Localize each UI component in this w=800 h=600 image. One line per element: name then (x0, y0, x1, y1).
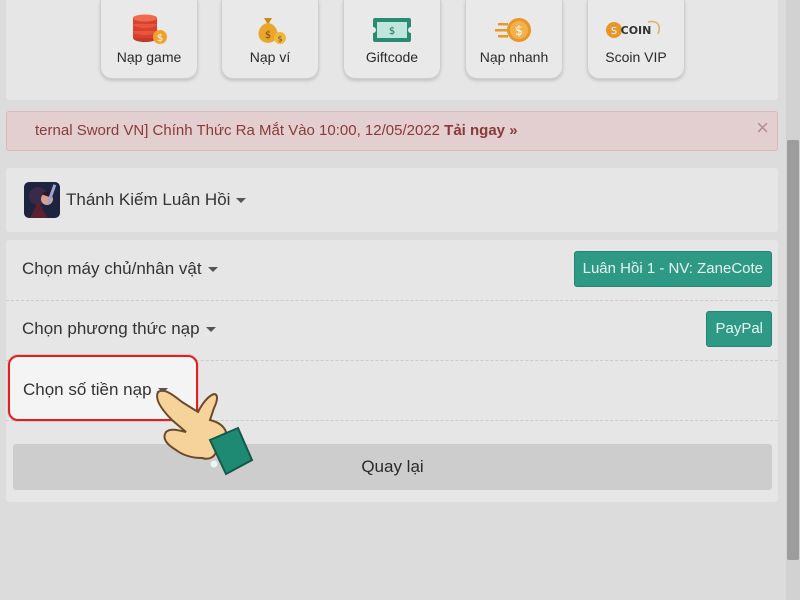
method-value-badge: PayPal (706, 311, 772, 347)
shortcut-label: Nạp nhanh (479, 49, 549, 65)
server-label: Chọn máy chủ/nhân vật (22, 259, 202, 278)
chevron-down-icon (205, 327, 216, 333)
game-name: Thánh Kiếm Luân Hồi (66, 190, 231, 209)
nap-nhanh-button[interactable]: $ Nạp nhanh (465, 0, 563, 79)
close-icon[interactable]: × (756, 117, 769, 139)
svg-text:$: $ (515, 24, 523, 39)
chevron-down-icon (236, 198, 247, 204)
shortcut-label: Scoin VIP (605, 49, 667, 65)
game-selector[interactable]: Thánh Kiếm Luân Hồi (6, 168, 778, 232)
server-dropdown[interactable]: Chọn máy chủ/nhân vật (22, 259, 218, 279)
method-label: Chọn phương thức nạp (22, 319, 200, 338)
svg-text:$: $ (277, 35, 282, 44)
scrollbar-thumb[interactable] (787, 140, 799, 560)
shortcut-label: Nạp ví (249, 49, 291, 65)
amount-label: Chọn số tiền nạp (23, 380, 152, 399)
shortcut-label: Giftcode (365, 49, 419, 65)
announcement-text: ternal Sword VN] Chính Thức Ra Mắt Vào 1… (35, 122, 518, 139)
amount-dropdown-label: Chọn số tiền nạp (23, 380, 168, 400)
shortcut-label: Nạp game (116, 49, 182, 65)
nap-vi-button[interactable]: $ $ Nạp ví (221, 0, 319, 79)
server-value-badge: Luân Hồi 1 - NV: ZaneCote (573, 251, 772, 287)
back-button[interactable]: Quay lại (13, 444, 772, 490)
svg-text:$: $ (389, 26, 395, 37)
scoin-vip-button[interactable]: S COIN Scoin VIP (587, 0, 685, 79)
server-row: Chọn máy chủ/nhân vật Luân Hồi 1 - NV: Z… (6, 240, 778, 301)
download-now-link[interactable]: Tải ngay » (444, 122, 517, 139)
ticket-icon: $ (344, 14, 440, 46)
money-bag-icon: $ $ (222, 14, 318, 46)
fast-coin-icon: $ (466, 14, 562, 46)
svg-text:COIN: COIN (621, 24, 652, 37)
game-name-dropdown[interactable]: Thánh Kiếm Luân Hồi (66, 190, 247, 210)
shortcut-bar: $ Nạp game $ $ Nạp ví $ Giftcode $ Nạp n… (6, 0, 778, 100)
method-dropdown[interactable]: Chọn phương thức nạp (22, 319, 216, 339)
svg-text:S: S (611, 26, 617, 37)
svg-text:$: $ (157, 33, 163, 44)
chevron-down-icon (207, 267, 218, 273)
svg-text:$: $ (265, 30, 271, 41)
giftcode-button[interactable]: $ Giftcode (343, 0, 441, 79)
scrollbar[interactable] (786, 0, 800, 600)
coin-stack-icon: $ (101, 14, 197, 46)
announcement-message: ternal Sword VN] Chính Thức Ra Mắt Vào 1… (35, 122, 440, 139)
pointing-hand-icon (152, 386, 256, 486)
method-row: Chọn phương thức nạp PayPal (6, 300, 778, 361)
scoin-vip-logo: S COIN (588, 14, 684, 46)
game-avatar (24, 182, 60, 218)
nap-game-button[interactable]: $ Nạp game (100, 0, 198, 79)
announcement-alert: ternal Sword VN] Chính Thức Ra Mắt Vào 1… (6, 111, 778, 151)
